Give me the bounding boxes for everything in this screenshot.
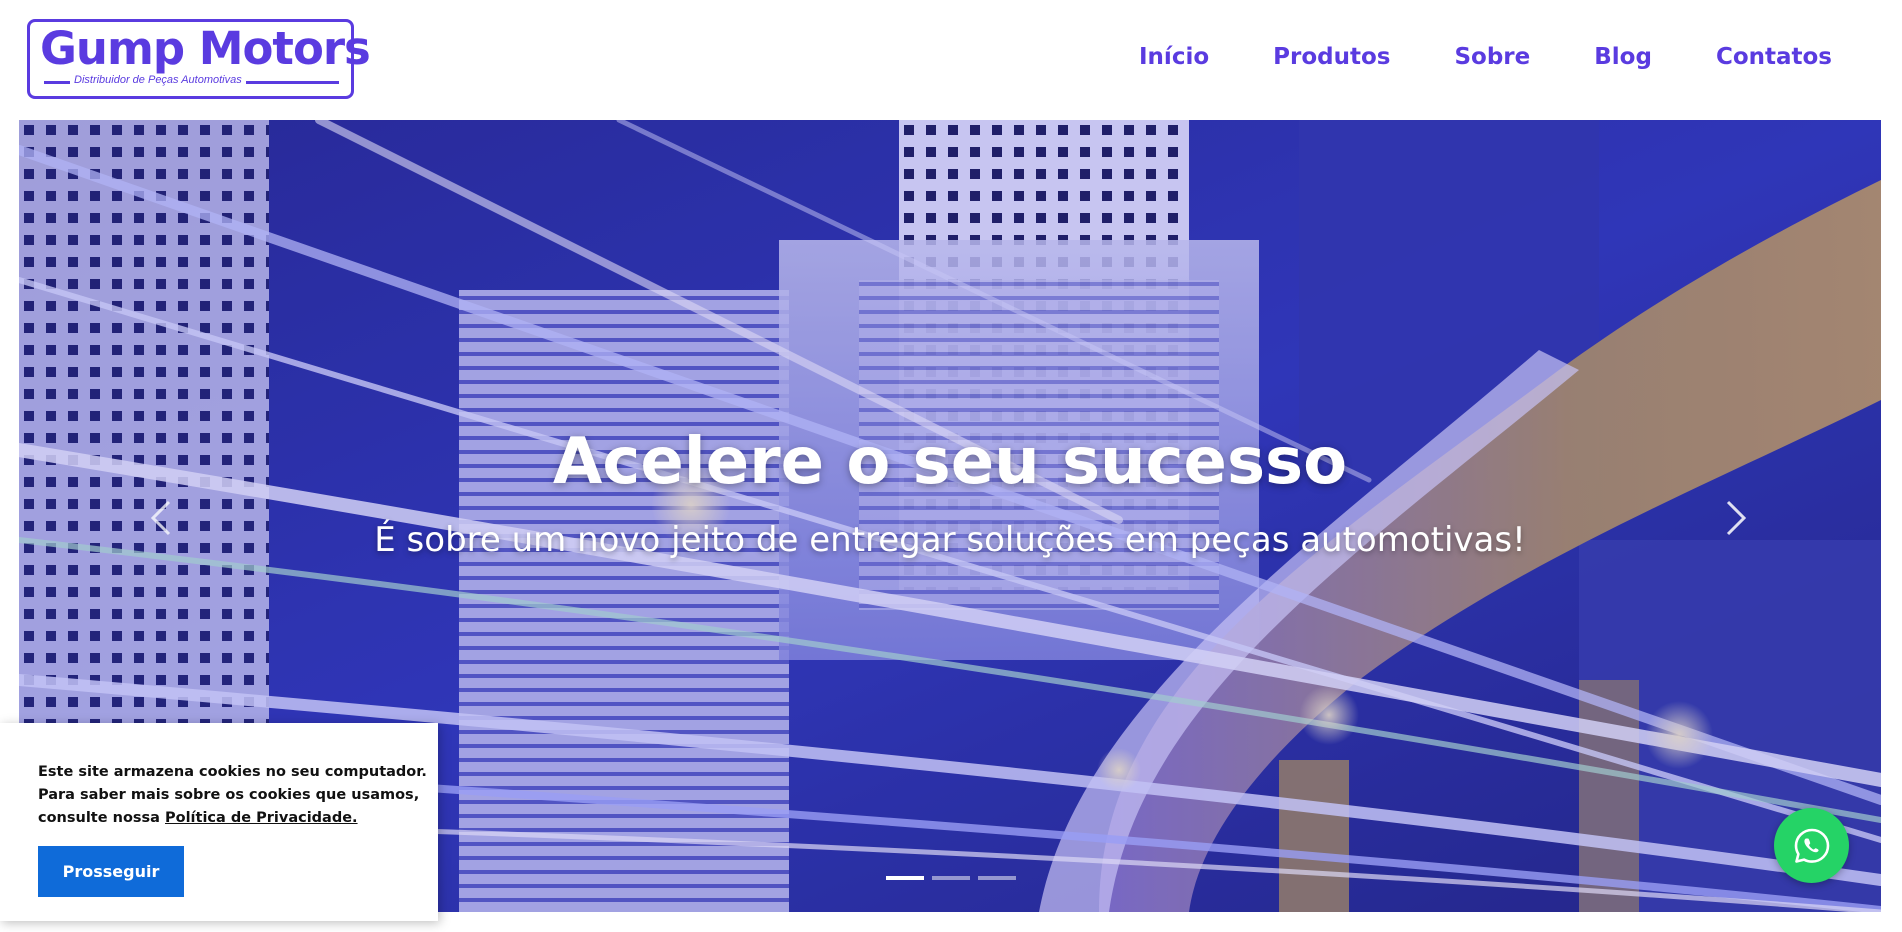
cookie-accept-button[interactable]: Prosseguir <box>38 846 184 897</box>
logo-title: Gump Motors <box>40 22 371 75</box>
hero-title: Acelere o seu sucesso <box>552 425 1348 499</box>
carousel-indicator-3[interactable] <box>978 876 1016 880</box>
whatsapp-icon <box>1794 828 1829 863</box>
chevron-left-icon <box>150 500 171 536</box>
cookie-line-3: consulte nossa Política de Privacidade. <box>38 807 418 830</box>
cookie-message: Este site armazena cookies no seu comput… <box>38 761 427 830</box>
hero-subtitle: É sobre um novo jeito de entregar soluçõ… <box>374 520 1526 560</box>
carousel-next-button[interactable] <box>1716 488 1756 548</box>
nav-item-contatos[interactable]: Contatos <box>1684 38 1832 76</box>
whatsapp-button[interactable] <box>1774 808 1849 883</box>
cookie-line-3-prefix: consulte nossa <box>38 810 165 826</box>
nav-item-blog[interactable]: Blog <box>1562 38 1684 76</box>
chevron-right-icon <box>1726 500 1747 536</box>
nav-item-produtos[interactable]: Produtos <box>1241 38 1422 76</box>
nav-item-inicio[interactable]: Início <box>1107 38 1241 76</box>
carousel-indicator-1[interactable] <box>886 876 924 880</box>
logo-subtitle: Distribuidor de Peças Automotivas <box>70 74 246 86</box>
logo[interactable]: Gump Motors Distribuidor de Peças Automo… <box>27 19 371 99</box>
carousel-indicators <box>886 876 1016 880</box>
carousel-indicator-2[interactable] <box>932 876 970 880</box>
privacy-policy-link[interactable]: Política de Privacidade. <box>165 810 358 826</box>
cookie-line-2: Para saber mais sobre os cookies que usa… <box>38 787 420 803</box>
site-header: Gump Motors Distribuidor de Peças Automo… <box>0 0 1902 119</box>
cookie-banner: Este site armazena cookies no seu comput… <box>0 723 438 921</box>
carousel-prev-button[interactable] <box>141 488 181 548</box>
cookie-line-1: Este site armazena cookies no seu comput… <box>38 764 427 780</box>
main-nav: Início Produtos Sobre Blog Contatos <box>1107 38 1832 76</box>
nav-item-sobre[interactable]: Sobre <box>1422 38 1562 76</box>
